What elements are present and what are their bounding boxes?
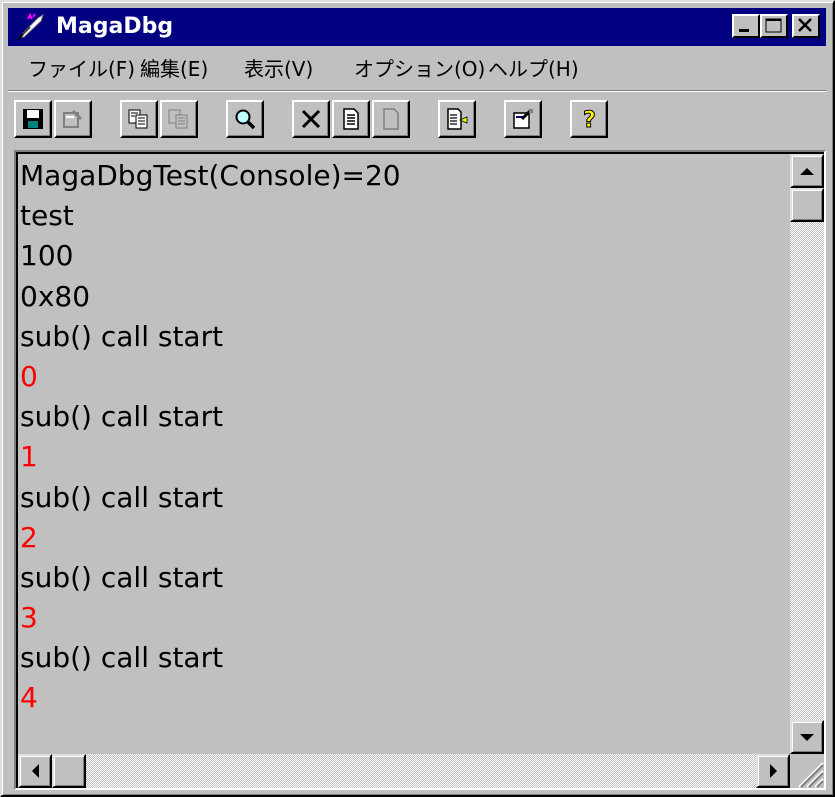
copy-button[interactable] (120, 100, 158, 138)
properties-button[interactable] (54, 100, 92, 138)
vertical-scrollbar[interactable] (790, 154, 824, 754)
menu-file[interactable]: ファイル(F) (28, 57, 135, 81)
scroll-up-button[interactable] (790, 154, 824, 188)
menu-help[interactable]: ヘルプ(H) (488, 57, 579, 81)
menu-separator (8, 90, 826, 92)
menu-bar: ファイル(F) 編集(E) 表示(V) オプション(O) ヘルプ(H) (8, 50, 826, 88)
svg-text:?: ? (583, 108, 596, 131)
window-title: MagaDbg (56, 14, 174, 39)
log-line: 2 (20, 520, 38, 554)
delete-button[interactable] (292, 100, 330, 138)
log-line: sub() call start (20, 400, 224, 434)
horizontal-scroll-thumb[interactable] (52, 754, 86, 788)
import-document-button[interactable] (438, 100, 476, 138)
quill-pen-icon[interactable] (16, 12, 46, 41)
log-line: sub() call start (20, 641, 224, 675)
log-line: 0x80 (20, 279, 91, 313)
menu-view[interactable]: 表示(V) (244, 57, 313, 81)
log-line: sub() call start (20, 319, 224, 353)
scroll-down-button[interactable] (790, 720, 824, 754)
scroll-right-button[interactable] (756, 754, 790, 788)
paste-button[interactable] (160, 100, 198, 138)
menu-edit[interactable]: 編集(E) (140, 57, 208, 81)
log-view-frame: MagaDbgTest(Console)=20 test 100 0x80 sub() … (16, 152, 824, 788)
log-line: 0 (20, 359, 38, 393)
log-output[interactable]: MagaDbgTest(Console)=20 test 100 0x80 sub() … (20, 156, 790, 754)
scroll-left-button[interactable] (18, 754, 52, 788)
document-button[interactable] (332, 100, 370, 138)
toolbar: ? (8, 94, 826, 148)
maximize-button[interactable] (760, 14, 788, 38)
log-view[interactable]: MagaDbgTest(Console)=20 test 100 0x80 sub() … (14, 150, 826, 790)
minimize-button[interactable] (732, 14, 760, 38)
log-line: 1 (20, 440, 38, 474)
menu-options[interactable]: オプション(O) (354, 57, 485, 81)
log-line: sub() call start (20, 480, 224, 514)
log-line: test (20, 199, 74, 233)
log-line: 100 (20, 239, 74, 273)
close-button[interactable] (792, 14, 820, 38)
log-line: sub() call start (20, 560, 224, 594)
help-button[interactable]: ? (570, 100, 608, 138)
find-button[interactable] (226, 100, 264, 138)
horizontal-scrollbar[interactable] (18, 754, 790, 788)
resize-grip[interactable] (790, 754, 824, 788)
vertical-scroll-thumb[interactable] (790, 188, 824, 222)
log-line: 4 (20, 681, 38, 715)
blank-document-button[interactable] (372, 100, 410, 138)
settings-button[interactable] (504, 100, 542, 138)
save-button[interactable] (14, 100, 52, 138)
title-bar[interactable]: MagaDbg (8, 8, 826, 46)
log-line: 3 (20, 601, 38, 635)
log-line: MagaDbgTest(Console)=20 (20, 159, 401, 192)
magadbg-window: MagaDbg ファイル(F) 編集(E) 表示(V) オプション(O) ヘルプ… (0, 0, 835, 797)
